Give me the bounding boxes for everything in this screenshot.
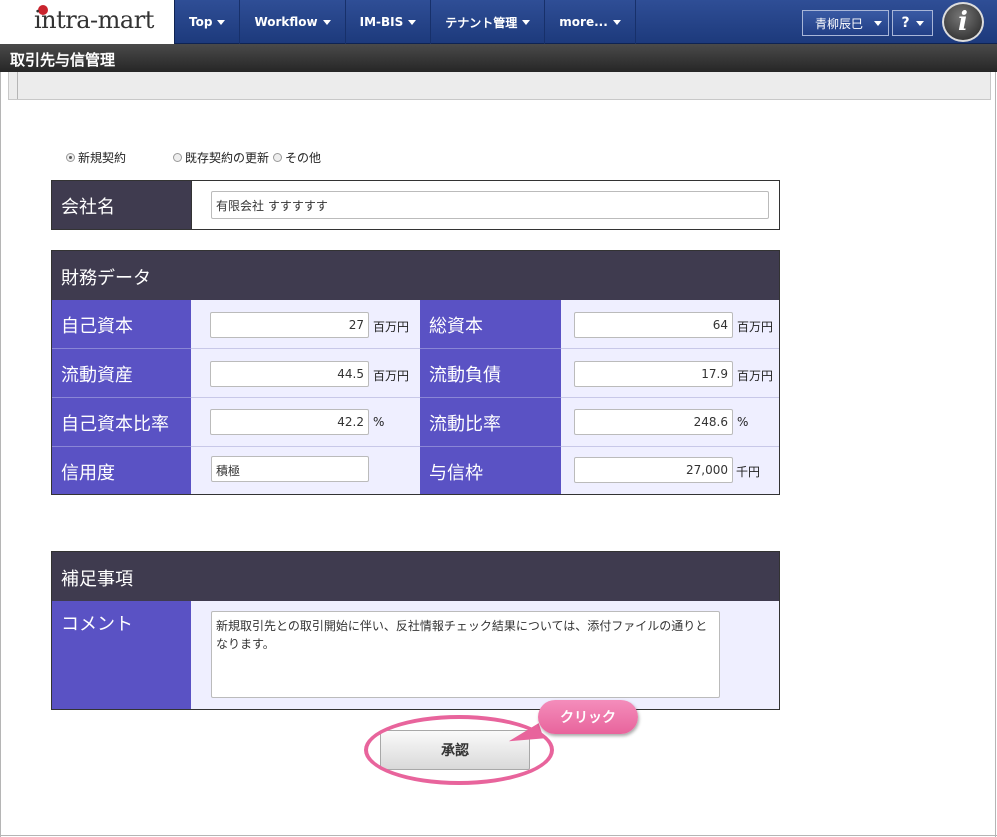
finance-table: 財務データ 自己資本 27 百万円 総資本 64 百万円 流動資産 44.5 百… <box>51 250 780 495</box>
chevron-down-icon <box>217 19 226 25</box>
total-capital-cell: 64 百万円 <box>561 300 779 349</box>
equity-cell: 27 百万円 <box>191 300 420 349</box>
menu-workflow[interactable]: Workflow <box>240 0 346 44</box>
help-label: ? <box>901 15 910 31</box>
frame-border <box>0 835 997 836</box>
equity-input[interactable]: 27 <box>210 312 369 338</box>
user-menu-button[interactable]: 青柳辰巳 <box>802 10 889 36</box>
company-name-input[interactable]: 有限会社 すすすすす <box>211 191 769 219</box>
help-menu-button[interactable]: ? <box>892 10 933 36</box>
equity-ratio-unit: % <box>373 415 385 429</box>
menu-more-label: more... <box>559 15 608 29</box>
menu-more[interactable]: more... <box>545 0 636 44</box>
menu-im-bis-label: IM-BIS <box>359 15 404 29</box>
current-assets-input[interactable]: 44.5 <box>210 361 369 387</box>
total-capital-label: 総資本 <box>420 300 561 349</box>
menu-tenant-admin-label: テナント管理 <box>445 15 518 30</box>
click-callout: クリック <box>538 700 638 734</box>
contract-type-radio-group: 新規契約 既存契約の更新 その他 <box>66 149 321 166</box>
radio-unselected-icon[interactable] <box>173 153 183 162</box>
current-assets-unit: 百万円 <box>373 369 410 383</box>
supplement-table: 補足事項 コメント 新規取引先との取引開始に伴い、反社情報チェック結果については… <box>51 551 780 710</box>
comment-cell: 新規取引先との取引開始に伴い、反社情報チェック結果については、添付ファイルの通り… <box>191 601 779 709</box>
top-navigation-bar: intra-mart Top Workflow IM-BIS テナント管理 mo… <box>0 0 997 44</box>
radio-label: 既存契約の更新 <box>185 151 270 165</box>
credit-limit-cell: 27,000 千円 <box>561 447 779 494</box>
toolbar <box>8 72 991 100</box>
radio-other[interactable]: その他 <box>273 149 321 166</box>
click-highlight-ring <box>364 715 554 785</box>
chevron-down-icon <box>915 20 924 26</box>
equity-ratio-input[interactable]: 42.2 <box>210 409 369 435</box>
current-ratio-unit: % <box>737 415 749 429</box>
menu-top[interactable]: Top <box>175 0 241 44</box>
frame-border <box>995 72 996 837</box>
logo-text: intra-mart <box>34 6 154 34</box>
radio-label: 新規契約 <box>78 151 127 165</box>
chevron-down-icon <box>408 19 417 25</box>
company-name-label: 会社名 <box>52 181 191 229</box>
finance-heading: 財務データ <box>52 251 779 300</box>
comment-textarea[interactable]: 新規取引先との取引開始に伴い、反社情報チェック結果については、添付ファイルの通り… <box>211 611 720 698</box>
current-assets-cell: 44.5 百万円 <box>191 349 420 398</box>
total-capital-unit: 百万円 <box>737 320 774 334</box>
supplement-heading: 補足事項 <box>52 552 779 601</box>
credit-rating-cell: 積極 <box>191 447 420 494</box>
equity-ratio-cell: 42.2 % <box>191 398 420 447</box>
current-ratio-label: 流動比率 <box>420 398 561 447</box>
equity-ratio-label: 自己資本比率 <box>52 398 191 447</box>
menu-top-label: Top <box>189 15 213 29</box>
radio-selected-icon[interactable] <box>66 153 75 162</box>
current-liabilities-unit: 百万円 <box>737 369 774 383</box>
company-table: 会社名 有限会社 すすすすす <box>51 180 780 230</box>
menu-workflow-label: Workflow <box>254 15 318 29</box>
user-name: 青柳辰巳 <box>815 16 864 31</box>
credit-limit-input[interactable]: 27,000 <box>574 457 733 483</box>
intra-mart-logo[interactable]: intra-mart <box>0 0 175 44</box>
current-assets-label: 流動資産 <box>52 349 191 398</box>
radio-new-contract[interactable]: 新規契約 <box>66 149 126 166</box>
comment-label: コメント <box>52 601 191 709</box>
current-liabilities-input[interactable]: 17.9 <box>574 361 733 387</box>
credit-limit-unit: 千円 <box>736 465 761 479</box>
page-title: 取引先与信管理 <box>0 44 997 72</box>
current-ratio-cell: 248.6 % <box>561 398 779 447</box>
current-liabilities-label: 流動負債 <box>420 349 561 398</box>
current-liabilities-cell: 17.9 百万円 <box>561 349 779 398</box>
credit-rating-label: 信用度 <box>52 447 191 494</box>
menu-im-bis[interactable]: IM-BIS <box>346 0 432 44</box>
equity-label: 自己資本 <box>52 300 191 349</box>
total-capital-input[interactable]: 64 <box>574 312 733 338</box>
toolbar-divider <box>17 72 18 99</box>
current-ratio-input[interactable]: 248.6 <box>574 409 733 435</box>
menu-tenant-admin[interactable]: テナント管理 <box>431 0 546 44</box>
company-name-cell: 有限会社 すすすすす <box>191 181 779 229</box>
radio-unselected-icon[interactable] <box>273 153 283 162</box>
frame-border <box>0 72 1 837</box>
radio-contract-renewal[interactable]: 既存契約の更新 <box>173 149 269 166</box>
chevron-down-icon <box>522 19 531 25</box>
info-icon[interactable]: i <box>942 2 984 42</box>
equity-unit: 百万円 <box>373 320 410 334</box>
credit-rating-input[interactable]: 積極 <box>211 456 369 482</box>
radio-label: その他 <box>285 151 322 165</box>
chevron-down-icon <box>612 19 621 25</box>
chevron-down-icon <box>322 19 331 25</box>
main-menu: Top Workflow IM-BIS テナント管理 more... <box>175 0 636 44</box>
credit-limit-label: 与信枠 <box>420 447 561 494</box>
chevron-down-icon <box>874 20 882 26</box>
